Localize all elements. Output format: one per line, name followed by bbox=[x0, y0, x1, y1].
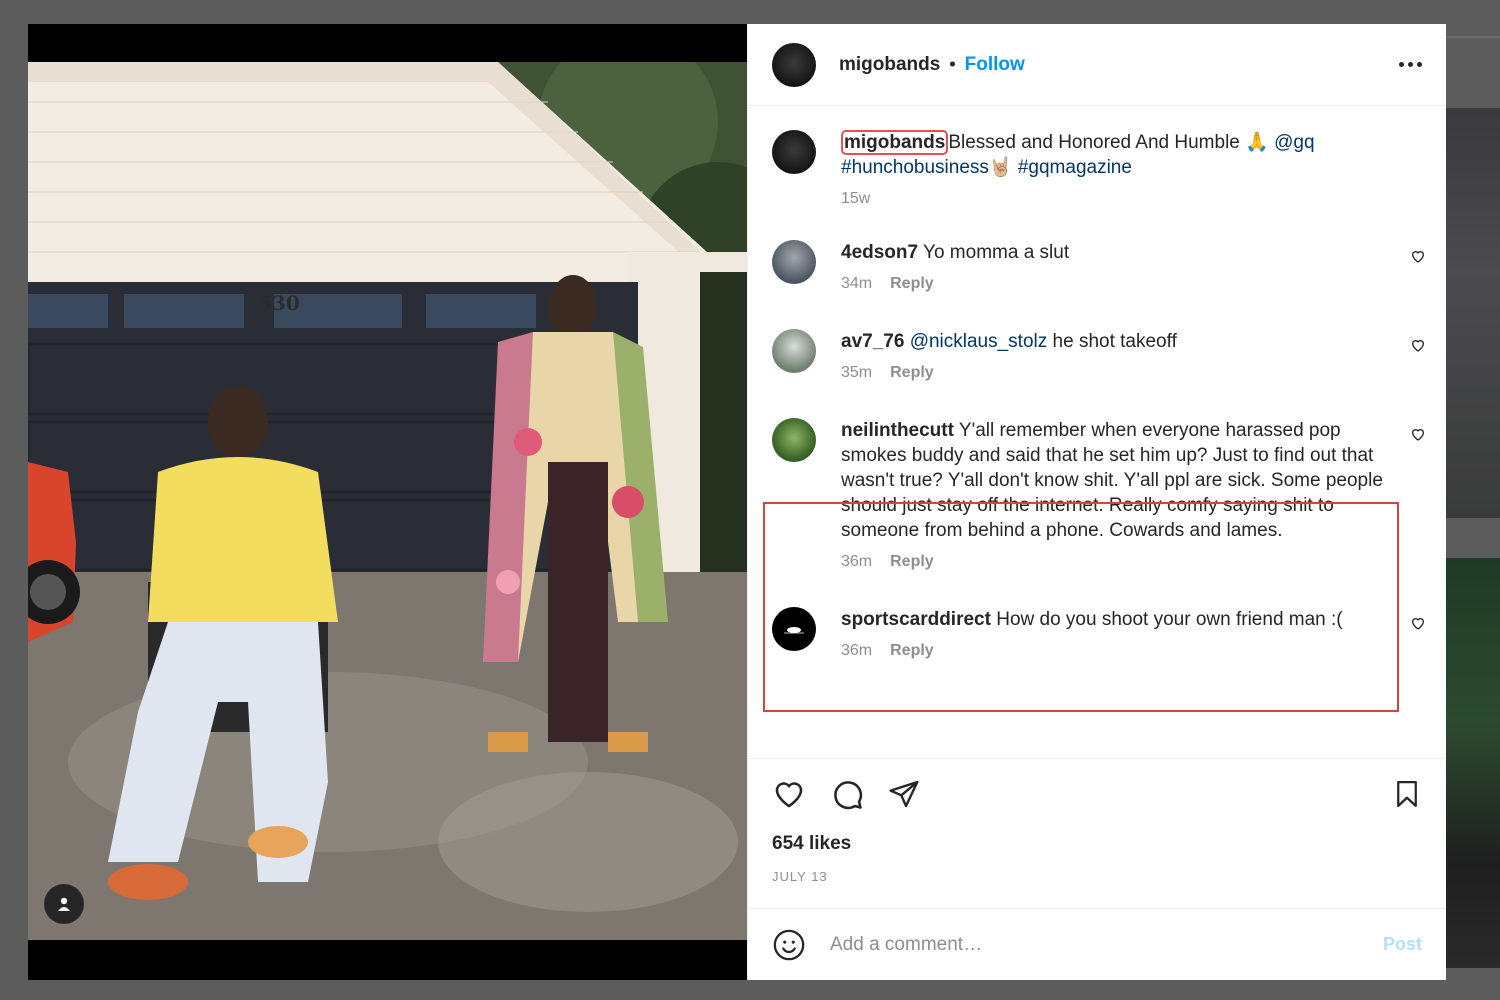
avatar[interactable] bbox=[772, 418, 816, 462]
user-icon bbox=[58, 897, 70, 911]
comment-input[interactable] bbox=[830, 933, 1383, 956]
comment-text: Yo momma a slut bbox=[923, 242, 1070, 263]
heart-icon[interactable] bbox=[1410, 615, 1426, 631]
comment-icon[interactable] bbox=[830, 777, 864, 811]
add-comment-bar: Post bbox=[748, 908, 1446, 980]
heart-icon[interactable] bbox=[772, 777, 806, 811]
heart-icon[interactable] bbox=[1410, 426, 1426, 442]
reply-button[interactable]: Reply bbox=[890, 364, 934, 382]
reply-button[interactable]: Reply bbox=[890, 275, 934, 293]
post-side-panel: migobands • Follow migobands Blessed and … bbox=[747, 24, 1446, 980]
caption-username[interactable]: migobands bbox=[841, 130, 949, 155]
post-photo[interactable]: 530 bbox=[28, 62, 747, 940]
comment-time: 36m bbox=[841, 642, 873, 659]
likes-count[interactable]: 654 likes bbox=[772, 833, 1422, 855]
comment-mention[interactable]: @nicklaus_stolz bbox=[910, 331, 1048, 352]
background-divider bbox=[1446, 36, 1500, 38]
hashtag[interactable]: #hunchobusiness bbox=[841, 157, 989, 178]
comment-username[interactable]: neilinthecutt bbox=[841, 420, 954, 441]
caption: migobands Blessed and Honored And Humble … bbox=[748, 130, 1446, 208]
post-modal: 530 migobands • Follow migobands Blessed… bbox=[28, 24, 1446, 980]
comment-text: he shot takeoff bbox=[1047, 331, 1177, 352]
comment-username[interactable]: av7_76 bbox=[841, 331, 904, 352]
emoji-icon[interactable] bbox=[772, 928, 806, 962]
reply-button[interactable]: Reply bbox=[890, 553, 934, 571]
comment-time: 36m bbox=[841, 553, 873, 570]
reply-button[interactable]: Reply bbox=[890, 642, 934, 660]
caption-age: 15w bbox=[841, 190, 871, 207]
heart-icon[interactable] bbox=[1410, 248, 1426, 264]
post-comment-button[interactable]: Post bbox=[1383, 934, 1422, 955]
comment-item: neilinthecutt Y'all remember when everyo… bbox=[748, 418, 1446, 571]
post-actions: 654 likes JULY 13 bbox=[748, 758, 1446, 908]
comment-time: 35m bbox=[841, 364, 873, 381]
post-media: 530 bbox=[28, 24, 747, 980]
comment-username[interactable]: sportscarddirect bbox=[841, 609, 991, 630]
comment-item: av7_76 @nicklaus_stolz he shot takeoff 3… bbox=[748, 329, 1446, 382]
more-options-icon[interactable] bbox=[1391, 54, 1430, 75]
comment-time: 34m bbox=[841, 275, 873, 292]
avatar[interactable] bbox=[772, 329, 816, 373]
caption-meta: 15w bbox=[841, 190, 1396, 208]
caption-mention[interactable]: @gq bbox=[1274, 132, 1314, 153]
comments-list[interactable]: migobands Blessed and Honored And Humble … bbox=[748, 106, 1446, 758]
caption-emoji: 🤘🏼 bbox=[988, 157, 1013, 178]
user-tag-button[interactable] bbox=[44, 884, 84, 924]
separator-dot: • bbox=[949, 54, 956, 74]
avatar[interactable] bbox=[772, 240, 816, 284]
header-username[interactable]: migobands bbox=[839, 54, 940, 76]
comment-text: How do you shoot your own friend man :( bbox=[996, 609, 1343, 630]
background-feed-image bbox=[1446, 108, 1500, 518]
hashtag[interactable]: #gqmagazine bbox=[1018, 157, 1132, 178]
bookmark-icon[interactable] bbox=[1392, 778, 1422, 810]
background-feed-image bbox=[1446, 558, 1500, 968]
heart-icon[interactable] bbox=[1410, 337, 1426, 353]
follow-button[interactable]: Follow bbox=[965, 54, 1025, 76]
avatar[interactable] bbox=[772, 130, 816, 174]
logo-icon bbox=[784, 627, 804, 634]
comment-item: 4edson7 Yo momma a slut 34m Reply bbox=[748, 240, 1446, 293]
comment-item: sportscarddirect How do you shoot your o… bbox=[748, 607, 1446, 660]
post-header: migobands • Follow bbox=[748, 24, 1446, 106]
avatar[interactable] bbox=[772, 42, 816, 87]
post-date: JULY 13 bbox=[772, 869, 828, 884]
send-icon[interactable] bbox=[888, 778, 920, 810]
caption-text: migobands Blessed and Honored And Humble … bbox=[841, 130, 1396, 180]
avatar[interactable] bbox=[772, 607, 816, 651]
comment-username[interactable]: 4edson7 bbox=[841, 242, 918, 263]
caption-body: Blessed and Honored And Humble 🙏 bbox=[948, 132, 1275, 153]
house-number: 530 bbox=[258, 291, 300, 315]
